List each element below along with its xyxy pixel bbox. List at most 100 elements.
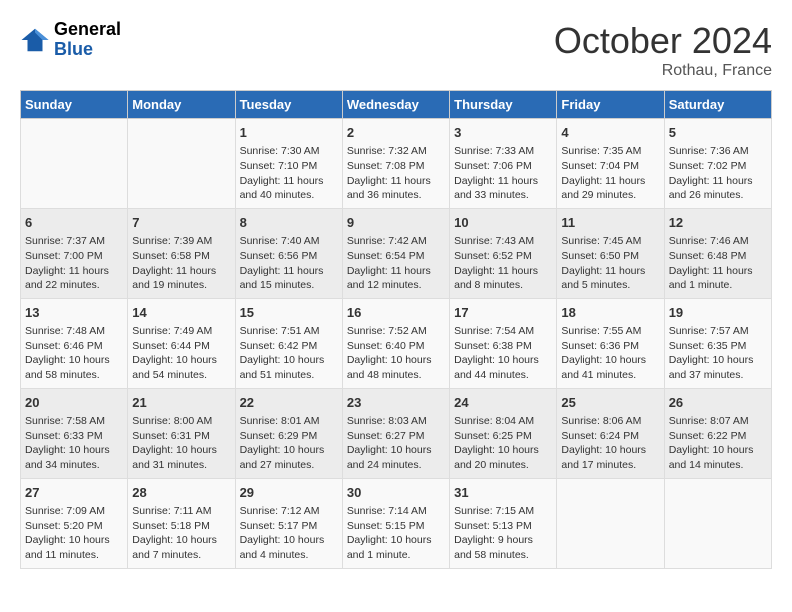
calendar-cell: 27 Sunrise: 7:09 AMSunset: 5:20 PMDayligh… [21, 478, 128, 568]
day-number: 20 [25, 394, 123, 412]
day-number: 3 [454, 124, 552, 142]
calendar-week-1: 1Sunrise: 7:30 AMSunset: 7:10 PMDaylight… [21, 119, 772, 209]
logo: General Blue [20, 20, 121, 60]
calendar-cell: 6 Sunrise: 7:37 AMSunset: 7:00 PMDaylight… [21, 208, 128, 298]
day-number: 29 [240, 484, 338, 502]
day-number: 14 [132, 304, 230, 322]
header-wednesday: Wednesday [342, 91, 449, 119]
header-saturday: Saturday [664, 91, 771, 119]
day-number: 22 [240, 394, 338, 412]
cell-info: Sunrise: 7:33 AMSunset: 7:06 PMDaylight:… [454, 144, 552, 203]
day-number: 27 [25, 484, 123, 502]
calendar-cell: 15 Sunrise: 7:51 AMSunset: 6:42 PMDayligh… [235, 298, 342, 388]
day-number: 7 [132, 214, 230, 232]
cell-info: Sunrise: 7:14 AMSunset: 5:15 PMDaylight:… [347, 504, 445, 563]
cell-info: Sunrise: 8:04 AMSunset: 6:25 PMDaylight:… [454, 414, 552, 473]
calendar-cell: 14 Sunrise: 7:49 AMSunset: 6:44 PMDayligh… [128, 298, 235, 388]
day-number: 12 [669, 214, 767, 232]
calendar-week-2: 6 Sunrise: 7:37 AMSunset: 7:00 PMDaylight… [21, 208, 772, 298]
day-number: 2 [347, 124, 445, 142]
header-tuesday: Tuesday [235, 91, 342, 119]
calendar-week-4: 20 Sunrise: 7:58 AMSunset: 6:33 PMDayligh… [21, 388, 772, 478]
day-number: 23 [347, 394, 445, 412]
cell-info: Sunrise: 7:51 AMSunset: 6:42 PMDaylight:… [240, 324, 338, 383]
day-number: 25 [561, 394, 659, 412]
month-title: October 2024 [554, 20, 772, 62]
calendar-cell: 28 Sunrise: 7:11 AMSunset: 5:18 PMDayligh… [128, 478, 235, 568]
day-number: 9 [347, 214, 445, 232]
calendar-cell [128, 119, 235, 209]
cell-info: Sunrise: 8:07 AMSunset: 6:22 PMDaylight:… [669, 414, 767, 473]
cell-info: Sunrise: 7:58 AMSunset: 6:33 PMDaylight:… [25, 414, 123, 473]
calendar-cell: 8 Sunrise: 7:40 AMSunset: 6:56 PMDaylight… [235, 208, 342, 298]
cell-info: Sunrise: 7:36 AMSunset: 7:02 PMDaylight:… [669, 144, 767, 203]
day-number: 8 [240, 214, 338, 232]
cell-info: Sunrise: 8:00 AMSunset: 6:31 PMDaylight:… [132, 414, 230, 473]
day-number: 31 [454, 484, 552, 502]
calendar-cell: 9 Sunrise: 7:42 AMSunset: 6:54 PMDaylight… [342, 208, 449, 298]
cell-info: Sunrise: 7:42 AMSunset: 6:54 PMDaylight:… [347, 234, 445, 293]
day-number: 16 [347, 304, 445, 322]
calendar-cell: 4 Sunrise: 7:35 AMSunset: 7:04 PMDaylight… [557, 119, 664, 209]
calendar-cell: 22 Sunrise: 8:01 AMSunset: 6:29 PMDayligh… [235, 388, 342, 478]
day-number: 30 [347, 484, 445, 502]
day-number: 28 [132, 484, 230, 502]
cell-info: Sunrise: 7:32 AMSunset: 7:08 PMDaylight:… [347, 144, 445, 203]
calendar-cell: 25Sunrise: 8:06 AMSunset: 6:24 PMDayligh… [557, 388, 664, 478]
calendar-cell: 10 Sunrise: 7:43 AMSunset: 6:52 PMDayligh… [450, 208, 557, 298]
cell-info: Sunrise: 7:15 AMSunset: 5:13 PMDaylight:… [454, 504, 552, 563]
location: Rothau, France [554, 62, 772, 80]
day-number: 13 [25, 304, 123, 322]
calendar-cell: 31 Sunrise: 7:15 AMSunset: 5:13 PMDayligh… [450, 478, 557, 568]
cell-info: Sunrise: 7:12 AMSunset: 5:17 PMDaylight:… [240, 504, 338, 563]
day-number: 17 [454, 304, 552, 322]
cell-info: Sunrise: 7:45 AMSunset: 6:50 PMDaylight:… [561, 234, 659, 293]
cell-info: Sunrise: 7:49 AMSunset: 6:44 PMDaylight:… [132, 324, 230, 383]
cell-info: Sunrise: 7:39 AMSunset: 6:58 PMDaylight:… [132, 234, 230, 293]
day-number: 5 [669, 124, 767, 142]
cell-info: Sunrise: 7:54 AMSunset: 6:38 PMDaylight:… [454, 324, 552, 383]
calendar-cell: 26Sunrise: 8:07 AMSunset: 6:22 PMDayligh… [664, 388, 771, 478]
calendar-cell: 23 Sunrise: 8:03 AMSunset: 6:27 PMDayligh… [342, 388, 449, 478]
day-number: 10 [454, 214, 552, 232]
header-thursday: Thursday [450, 91, 557, 119]
calendar-cell: 13 Sunrise: 7:48 AMSunset: 6:46 PMDayligh… [21, 298, 128, 388]
calendar-cell: 5 Sunrise: 7:36 AMSunset: 7:02 PMDaylight… [664, 119, 771, 209]
title-block: October 2024 Rothau, France [554, 20, 772, 80]
cell-info: Sunrise: 8:01 AMSunset: 6:29 PMDaylight:… [240, 414, 338, 473]
logo-blue: Blue [54, 40, 121, 60]
cell-info: Sunrise: 7:48 AMSunset: 6:46 PMDaylight:… [25, 324, 123, 383]
calendar-cell [557, 478, 664, 568]
cell-info: Sunrise: 7:43 AMSunset: 6:52 PMDaylight:… [454, 234, 552, 293]
day-number: 18 [561, 304, 659, 322]
calendar-week-5: 27 Sunrise: 7:09 AMSunset: 5:20 PMDayligh… [21, 478, 772, 568]
calendar-week-3: 13 Sunrise: 7:48 AMSunset: 6:46 PMDayligh… [21, 298, 772, 388]
day-number: 6 [25, 214, 123, 232]
cell-info: Sunrise: 7:37 AMSunset: 7:00 PMDaylight:… [25, 234, 123, 293]
calendar-header-row: SundayMondayTuesdayWednesdayThursdayFrid… [21, 91, 772, 119]
calendar-cell: 24Sunrise: 8:04 AMSunset: 6:25 PMDayligh… [450, 388, 557, 478]
calendar-cell: 12 Sunrise: 7:46 AMSunset: 6:48 PMDayligh… [664, 208, 771, 298]
logo-general: General [54, 20, 121, 40]
calendar-table: SundayMondayTuesdayWednesdayThursdayFrid… [20, 90, 772, 569]
calendar-cell: 18Sunrise: 7:55 AMSunset: 6:36 PMDayligh… [557, 298, 664, 388]
day-number: 15 [240, 304, 338, 322]
cell-info: Sunrise: 7:40 AMSunset: 6:56 PMDaylight:… [240, 234, 338, 293]
cell-info: Sunrise: 7:46 AMSunset: 6:48 PMDaylight:… [669, 234, 767, 293]
day-number: 4 [561, 124, 659, 142]
calendar-cell: 2 Sunrise: 7:32 AMSunset: 7:08 PMDaylight… [342, 119, 449, 209]
cell-info: Sunrise: 7:35 AMSunset: 7:04 PMDaylight:… [561, 144, 659, 203]
calendar-cell: 21Sunrise: 8:00 AMSunset: 6:31 PMDayligh… [128, 388, 235, 478]
day-number: 19 [669, 304, 767, 322]
calendar-cell: 11Sunrise: 7:45 AMSunset: 6:50 PMDayligh… [557, 208, 664, 298]
cell-info: Sunrise: 8:03 AMSunset: 6:27 PMDaylight:… [347, 414, 445, 473]
logo-text: General Blue [54, 20, 121, 60]
calendar-cell [21, 119, 128, 209]
calendar-cell: 1Sunrise: 7:30 AMSunset: 7:10 PMDaylight… [235, 119, 342, 209]
cell-info: Sunrise: 7:09 AMSunset: 5:20 PMDaylight:… [25, 504, 123, 563]
calendar-cell: 7 Sunrise: 7:39 AMSunset: 6:58 PMDaylight… [128, 208, 235, 298]
cell-info: Sunrise: 7:11 AMSunset: 5:18 PMDaylight:… [132, 504, 230, 563]
header-friday: Friday [557, 91, 664, 119]
calendar-cell: 3 Sunrise: 7:33 AMSunset: 7:06 PMDaylight… [450, 119, 557, 209]
day-number: 1 [240, 124, 338, 142]
